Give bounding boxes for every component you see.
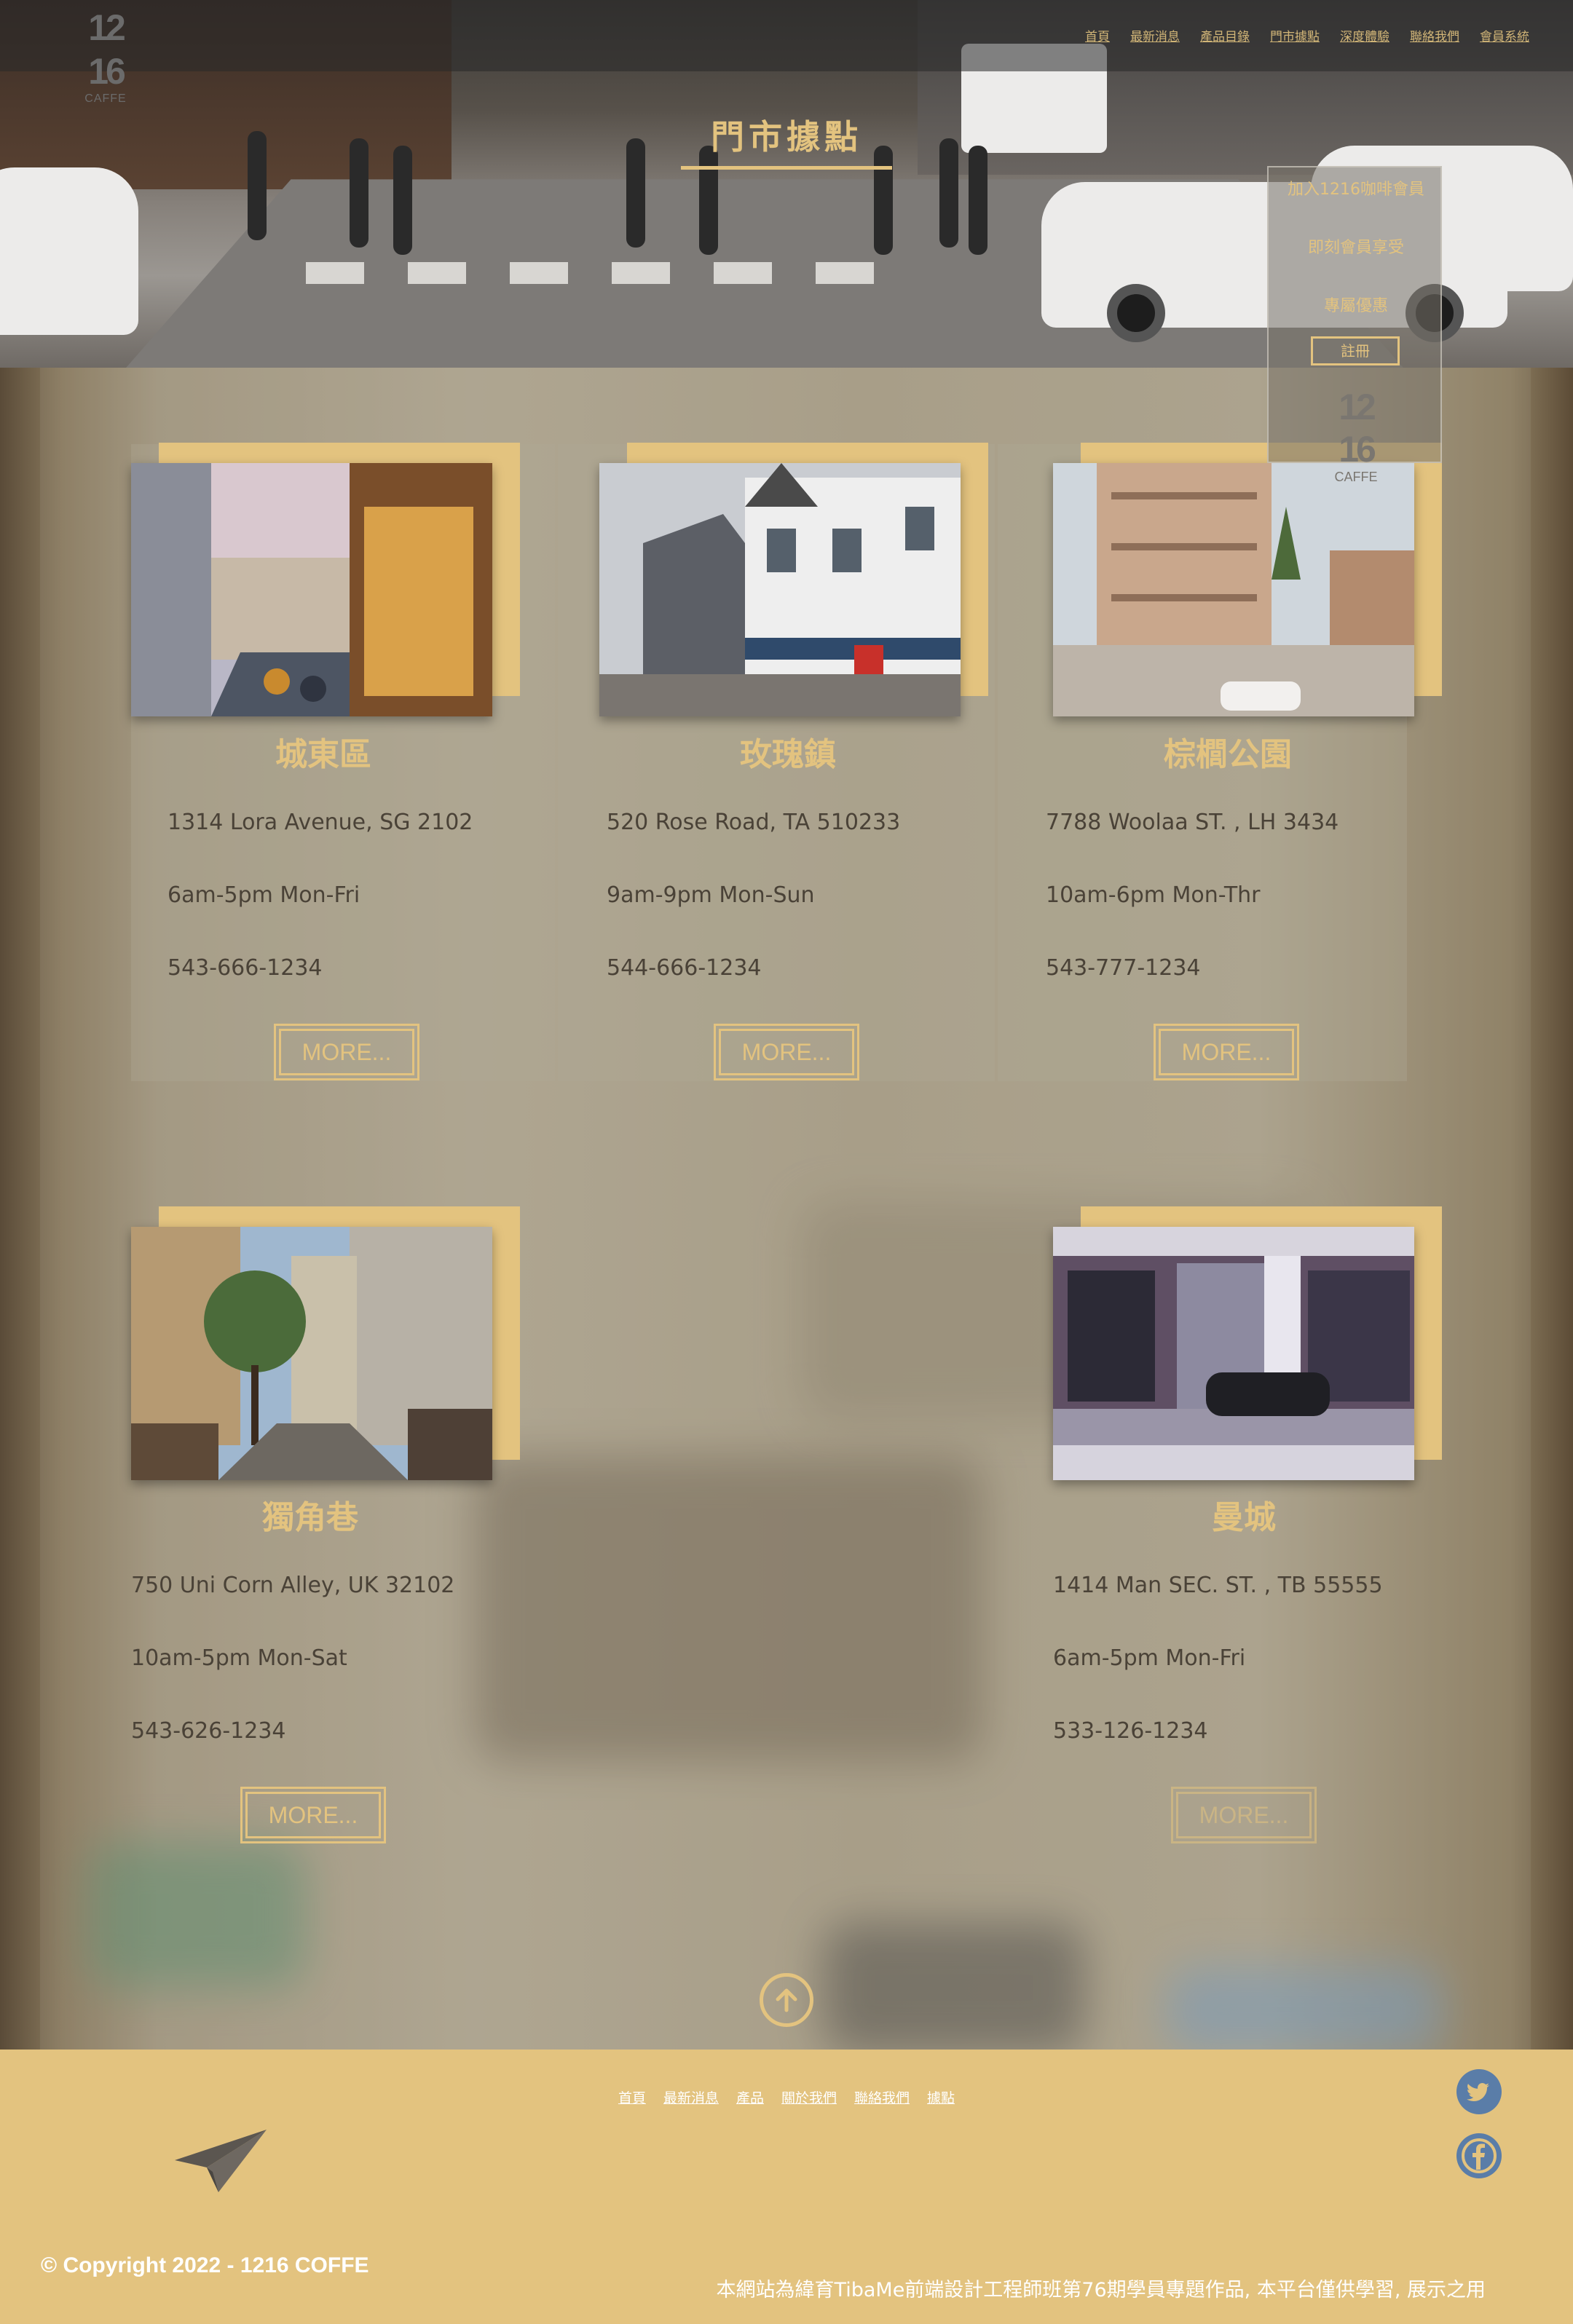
site-footer: 首頁 最新消息 產品 關於我們 聯絡我們 據點 © Copyright 2022…: [0, 2050, 1573, 2324]
crosswalk-stripe: [612, 262, 670, 284]
footer-nav-news[interactable]: 最新消息: [663, 2087, 719, 2107]
more-button[interactable]: MORE...: [714, 1024, 859, 1080]
store-photo[interactable]: [1053, 463, 1414, 716]
store-name: 城東區: [275, 736, 371, 773]
store-photo-frame: [131, 1206, 520, 1480]
store-name: 棕櫚公園: [1164, 736, 1292, 773]
nav-products[interactable]: 產品目錄: [1200, 26, 1250, 44]
logo-text: CAFFE: [1334, 470, 1378, 484]
store-photo-frame: [1053, 443, 1442, 716]
member-dropdown: 加入1216咖啡會員 即刻會員享受 專屬優惠 註冊 12 16 CAFFE: [1267, 166, 1442, 483]
register-button[interactable]: 註冊: [1311, 336, 1400, 365]
store-address: 1414 Man SEC. ST. , TB 55555: [1053, 1573, 1383, 1598]
logo-number: 12 16: [88, 7, 126, 92]
store-hours: 6am-5pm Mon-Fri: [1053, 1645, 1246, 1671]
footer-nav: 首頁 最新消息 產品 關於我們 聯絡我們 據點: [0, 2087, 1573, 2107]
store-photo[interactable]: [131, 463, 492, 716]
top-navbar: 12 16 CAFFE 首頁 最新消息 產品目錄 門市據點 深度體驗 聯絡我們 會…: [0, 0, 1573, 105]
facebook-icon[interactable]: [1456, 2133, 1502, 2178]
more-button[interactable]: MORE...: [240, 1787, 386, 1843]
more-button[interactable]: MORE...: [1154, 1024, 1299, 1080]
store-hours: 10am-6pm Mon-Thr: [1046, 882, 1261, 908]
store-photo[interactable]: [1053, 1227, 1414, 1480]
store-phone: 543-777-1234: [1046, 955, 1201, 981]
store-photo[interactable]: [131, 1227, 492, 1480]
nav-member[interactable]: 會員系統: [1480, 26, 1529, 44]
nav-news[interactable]: 最新消息: [1130, 26, 1180, 44]
store-photo-frame: [599, 443, 988, 716]
store-photo-frame: [1053, 1206, 1442, 1480]
pedestrian: [699, 146, 718, 255]
store-hours: 10am-5pm Mon-Sat: [131, 1645, 347, 1671]
logo-number: 12 16: [1339, 387, 1376, 470]
logo-text: CAFFE: [84, 92, 127, 105]
nav-contact[interactable]: 聯絡我們: [1410, 26, 1459, 44]
paper-plane-icon: [175, 2130, 267, 2192]
member-offer-text: 專屬優惠: [1323, 297, 1388, 315]
title-underline: [681, 166, 892, 170]
hero-car: [0, 167, 138, 335]
store-photo-frame: [131, 443, 520, 716]
copyright-text: © Copyright 2022 - 1216 COFFE: [41, 2253, 369, 2277]
store-address: 7788 Woolaa ST. , LH 3434: [1046, 810, 1339, 835]
footer-nav-stores[interactable]: 據點: [927, 2087, 955, 2107]
pedestrian: [969, 146, 987, 255]
store-name: 曼城: [1212, 1499, 1276, 1536]
footer-nav-about[interactable]: 關於我們: [781, 2087, 837, 2107]
store-phone: 543-666-1234: [167, 955, 323, 981]
hero-wheel: [1107, 284, 1165, 342]
store-photo[interactable]: [599, 463, 961, 716]
store-phone: 533-126-1234: [1053, 1718, 1208, 1744]
more-button[interactable]: MORE...: [1171, 1787, 1317, 1843]
crosswalk-stripe: [510, 262, 568, 284]
page-title: 門市據點: [711, 117, 862, 157]
store-hours: 6am-5pm Mon-Fri: [167, 882, 360, 908]
twitter-icon[interactable]: [1456, 2069, 1502, 2114]
member-panel-logo: 12 16 CAFFE: [1327, 386, 1385, 483]
member-benefit-text: 即刻會員享受: [1307, 239, 1404, 257]
store-address: 520 Rose Road, TA 510233: [607, 810, 901, 835]
pedestrian: [874, 146, 893, 255]
more-button[interactable]: MORE...: [274, 1024, 419, 1080]
store-name: 獨角巷: [262, 1499, 358, 1536]
arrow-up-icon: [776, 1988, 797, 2012]
member-join-text: 加入1216咖啡會員: [1288, 181, 1424, 199]
main-nav: 首頁 最新消息 產品目錄 門市據點 深度體驗 聯絡我們 會員系統: [1085, 26, 1529, 44]
site-logo[interactable]: 12 16 CAFFE: [80, 6, 131, 105]
nav-stores[interactable]: 門市據點: [1270, 26, 1320, 44]
store-address: 750 Uni Corn Alley, UK 32102: [131, 1573, 455, 1598]
pedestrian: [393, 146, 412, 255]
store-hours: 9am-9pm Mon-Sun: [607, 882, 815, 908]
store-phone: 544-666-1234: [607, 955, 762, 981]
footer-nav-products[interactable]: 產品: [736, 2087, 764, 2107]
crosswalk-stripe: [714, 262, 772, 284]
store-name: 玫瑰鎮: [740, 736, 836, 773]
crosswalk-stripe: [816, 262, 874, 284]
store-address: 1314 Lora Avenue, SG 2102: [167, 810, 473, 835]
nav-home[interactable]: 首頁: [1085, 26, 1110, 44]
footer-nav-contact[interactable]: 聯絡我們: [854, 2087, 910, 2107]
store-phone: 543-626-1234: [131, 1718, 286, 1744]
crosswalk-stripe: [306, 262, 364, 284]
disclaimer-text: 本網站為緯育TibaMe前端設計工程師班第76期學員專題作品, 本平台僅供學習,…: [716, 2279, 1486, 2301]
nav-experience[interactable]: 深度體驗: [1340, 26, 1389, 44]
footer-nav-home[interactable]: 首頁: [618, 2087, 646, 2107]
back-to-top-button[interactable]: [760, 1973, 813, 2027]
crosswalk-stripe: [408, 262, 466, 284]
